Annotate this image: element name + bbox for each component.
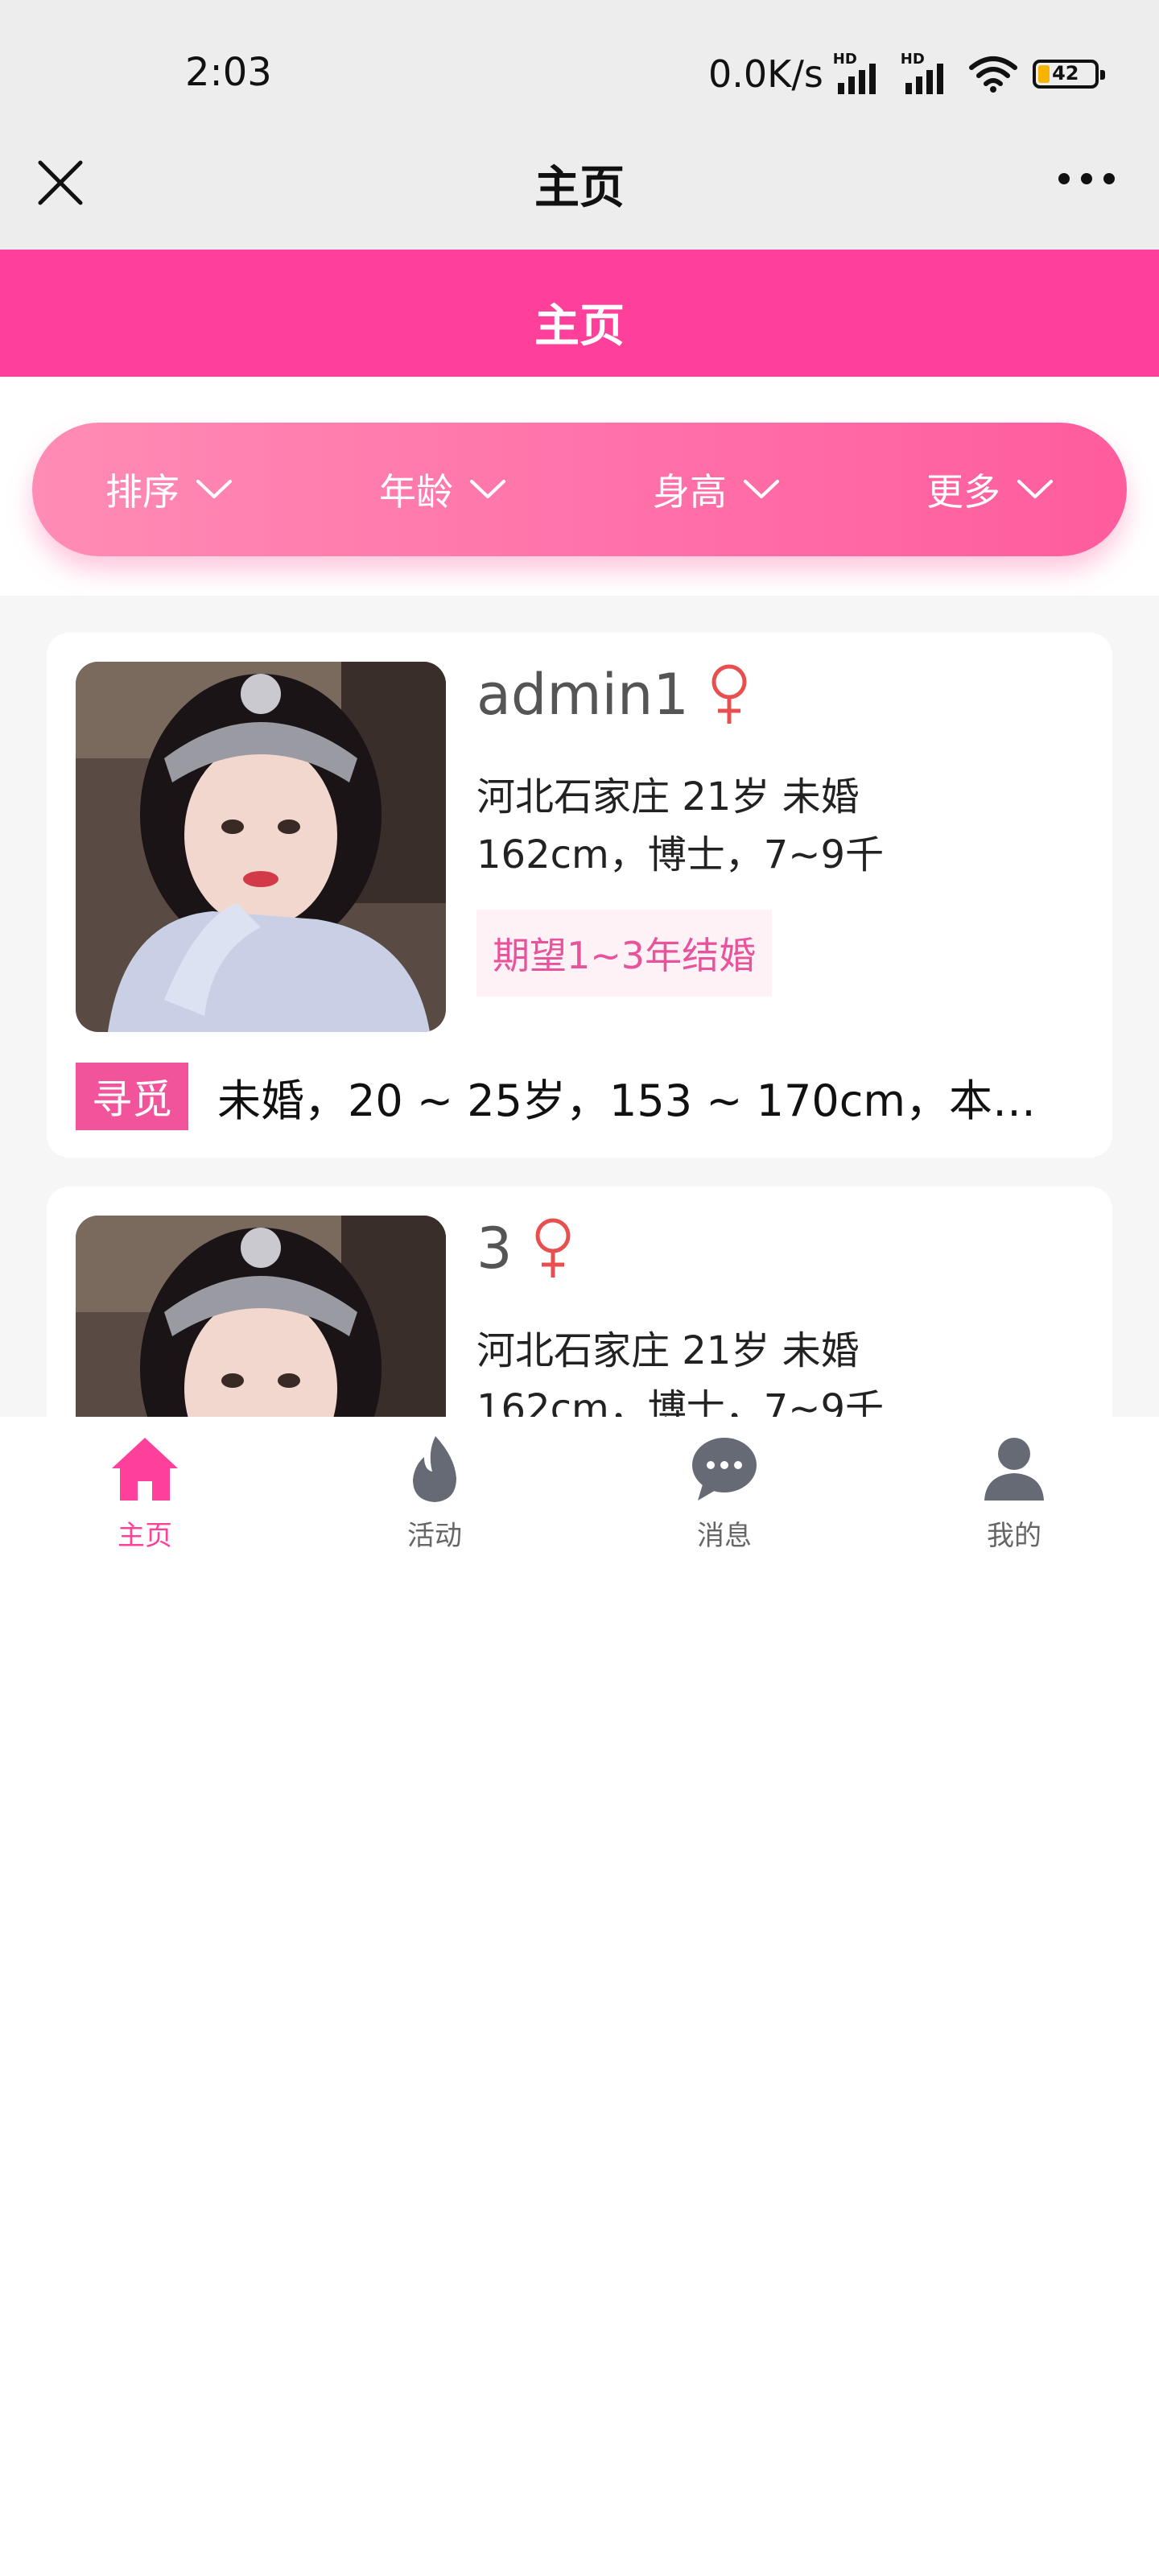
profile-list: admin1 河北石家庄 21岁 未婚 162cm，博士，7~9千 期望1~3年…	[0, 596, 1159, 1417]
signal-icon: HD	[833, 51, 891, 94]
filter-label: 年龄	[379, 470, 453, 514]
tab-label: 主页	[118, 1520, 172, 1552]
page-header: 主页	[0, 250, 1159, 377]
flame-icon	[413, 1436, 456, 1502]
chevron-down-icon	[1017, 480, 1053, 498]
more-icon[interactable]	[1054, 163, 1119, 195]
seek-criteria: 未婚，20 ~ 25岁，153 ~ 170cm，本…	[217, 1075, 1037, 1126]
marriage-expectation-tag: 期望1~3年结婚	[476, 910, 773, 997]
filter-height[interactable]: 身高	[653, 463, 780, 516]
profile-card[interactable]: admin1 河北石家庄 21岁 未婚 162cm，博士，7~9千 期望1~3年…	[47, 633, 1112, 1158]
filter-bar: 排序 年龄 身高 更多	[32, 423, 1127, 556]
tab-messages[interactable]: 消息	[580, 1417, 869, 1578]
battery-level: 42	[1052, 62, 1079, 85]
filter-label: 身高	[653, 470, 727, 514]
bottom-tab-bar: 主页 活动 消息 我的	[0, 1417, 1159, 1578]
profile-height-edu-income: 162cm，博士，7~9千	[476, 832, 885, 877]
name-row: 3	[476, 1216, 577, 1282]
status-indicators: 0.0K/s HD HD 42	[708, 50, 1105, 98]
filter-sort[interactable]: 排序	[105, 463, 233, 516]
filter-label: 排序	[105, 470, 179, 514]
tab-label: 活动	[407, 1520, 462, 1552]
avatar	[76, 1216, 446, 1417]
tab-label: 我的	[987, 1520, 1041, 1552]
page-title: 主页	[534, 300, 625, 353]
profile-height-edu-income: 162cm，博士，7~9千	[476, 1386, 885, 1417]
chevron-down-icon	[196, 480, 232, 498]
home-icon	[112, 1438, 178, 1501]
profile-card[interactable]: 3 河北石家庄 21岁 未婚 162cm，博士，7~9千	[47, 1187, 1112, 1417]
user-icon	[984, 1438, 1044, 1501]
seek-row: 寻觅 未婚，20 ~ 25岁，153 ~ 170cm，本…	[76, 1063, 1082, 1130]
tab-profile[interactable]: 我的	[869, 1417, 1159, 1578]
profile-name: admin1	[476, 662, 689, 728]
filter-label: 更多	[926, 470, 1000, 514]
profile-location-age: 河北石家庄 21岁 未婚	[476, 774, 860, 819]
profile-name: 3	[476, 1216, 513, 1282]
profile-location-age: 河北石家庄 21岁 未婚	[476, 1328, 860, 1373]
chevron-down-icon	[744, 480, 779, 498]
seek-label: 寻觅	[76, 1063, 188, 1130]
tab-activity[interactable]: 活动	[290, 1417, 580, 1578]
tab-home[interactable]: 主页	[0, 1417, 290, 1578]
avatar	[76, 662, 446, 1032]
tab-label: 消息	[697, 1520, 752, 1552]
filter-age[interactable]: 年龄	[379, 463, 506, 516]
battery-icon: 42	[1032, 60, 1105, 89]
status-bar: 2:03 0.0K/s HD HD 42	[0, 0, 1159, 145]
female-icon	[711, 664, 747, 724]
chat-icon	[692, 1438, 757, 1501]
net-speed: 0.0K/s	[708, 52, 823, 96]
wifi-icon	[968, 56, 1017, 93]
filter-more[interactable]: 更多	[926, 463, 1054, 516]
signal-icon-2: HD	[901, 51, 959, 94]
female-icon	[535, 1218, 571, 1278]
status-time: 2:03	[185, 50, 272, 95]
nav-bar: 主页	[0, 145, 1159, 250]
name-row: admin1	[476, 662, 753, 728]
chevron-down-icon	[470, 480, 505, 498]
nav-title: 主页	[534, 162, 625, 214]
